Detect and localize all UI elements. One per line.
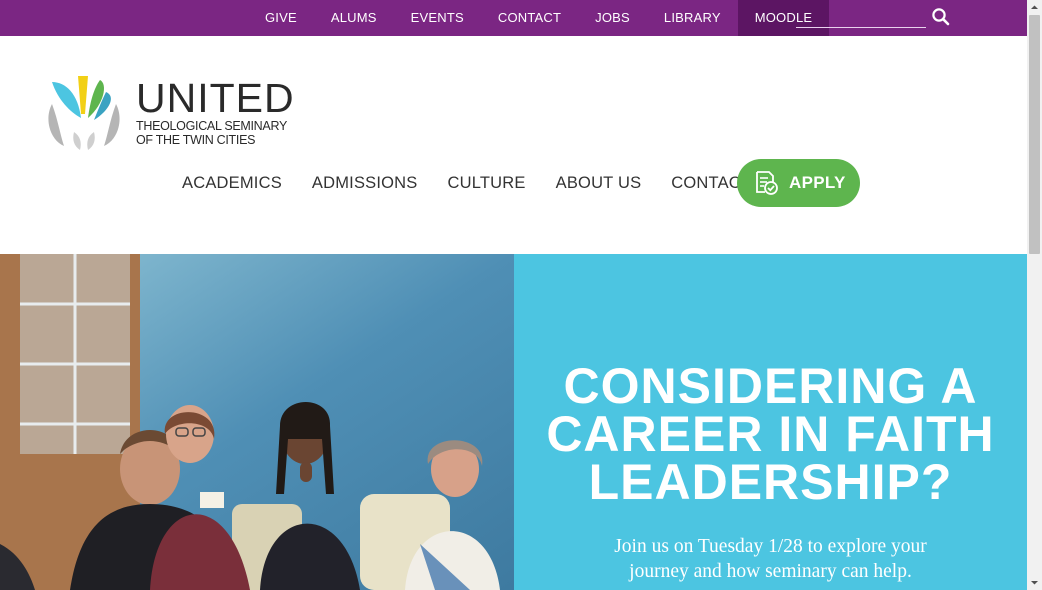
hero-title: CONSIDERING A CAREER IN FAITH LEADERSHIP… [514, 358, 1027, 510]
utility-nav: GIVE ALUMS EVENTS CONTACT JOBS LIBRARY M… [248, 0, 830, 36]
utility-link-give[interactable]: GIVE [248, 0, 314, 36]
group-photo-illustration [0, 254, 514, 590]
apply-button-label: APPLY [789, 173, 846, 192]
search-icon [932, 8, 950, 26]
application-check-icon [756, 171, 778, 195]
hero-photo [0, 254, 514, 590]
nav-about-us[interactable]: ABOUT US [541, 174, 657, 193]
page: GIVE ALUMS EVENTS CONTACT JOBS LIBRARY M… [0, 0, 1042, 590]
logo-subtitle-line1: THEOLOGICAL SEMINARY [136, 119, 287, 133]
utility-link-events[interactable]: EVENTS [394, 0, 481, 36]
search-input[interactable] [796, 7, 926, 28]
nav-admissions[interactable]: ADMISSIONS [297, 174, 433, 193]
viewport: GIVE ALUMS EVENTS CONTACT JOBS LIBRARY M… [0, 0, 1027, 590]
logo-subtitle-line2: OF THE TWIN CITIES [136, 133, 256, 147]
logo-wordmark: UNITED [136, 75, 295, 121]
hero-title-line1: CONSIDERING A [563, 358, 978, 414]
utility-link-contact[interactable]: CONTACT [481, 0, 578, 36]
page-scrollbar[interactable] [1027, 0, 1042, 590]
nav-culture[interactable]: CULTURE [433, 174, 541, 193]
scroll-down-arrow-icon[interactable] [1027, 575, 1042, 590]
apply-button[interactable]: APPLY [737, 159, 860, 207]
hero-subtitle-line2: journey and how seminary can help. [629, 561, 912, 582]
utility-link-jobs[interactable]: JOBS [578, 0, 647, 36]
utility-link-library[interactable]: LIBRARY [647, 0, 738, 36]
search-button[interactable] [930, 7, 952, 29]
hero-title-line2: CAREER IN FAITH [546, 406, 995, 462]
logo-subtitle: THEOLOGICAL SEMINARY OF THE TWIN CITIES [136, 119, 287, 147]
site-logo[interactable]: UNITED THEOLOGICAL SEMINARY OF THE TWIN … [44, 74, 304, 152]
hero-subtitle: Join us on Tuesday 1/28 to explore your … [584, 534, 957, 584]
search-form [796, 7, 956, 29]
top-utility-bar: GIVE ALUMS EVENTS CONTACT JOBS LIBRARY M… [0, 0, 1027, 36]
hero-subtitle-line1: Join us on Tuesday 1/28 to explore your [614, 536, 927, 557]
scrollbar-thumb[interactable] [1029, 15, 1040, 254]
nav-academics[interactable]: ACADEMICS [167, 174, 297, 193]
hero-title-line3: LEADERSHIP? [588, 454, 953, 510]
hero-panel: CONSIDERING A CAREER IN FAITH LEADERSHIP… [514, 254, 1027, 590]
scroll-up-arrow-icon[interactable] [1027, 0, 1042, 15]
utility-link-alums[interactable]: ALUMS [314, 0, 394, 36]
logo-mark-icon [48, 76, 120, 150]
main-nav: ACADEMICS ADMISSIONS CULTURE ABOUT US CO… [167, 159, 766, 207]
